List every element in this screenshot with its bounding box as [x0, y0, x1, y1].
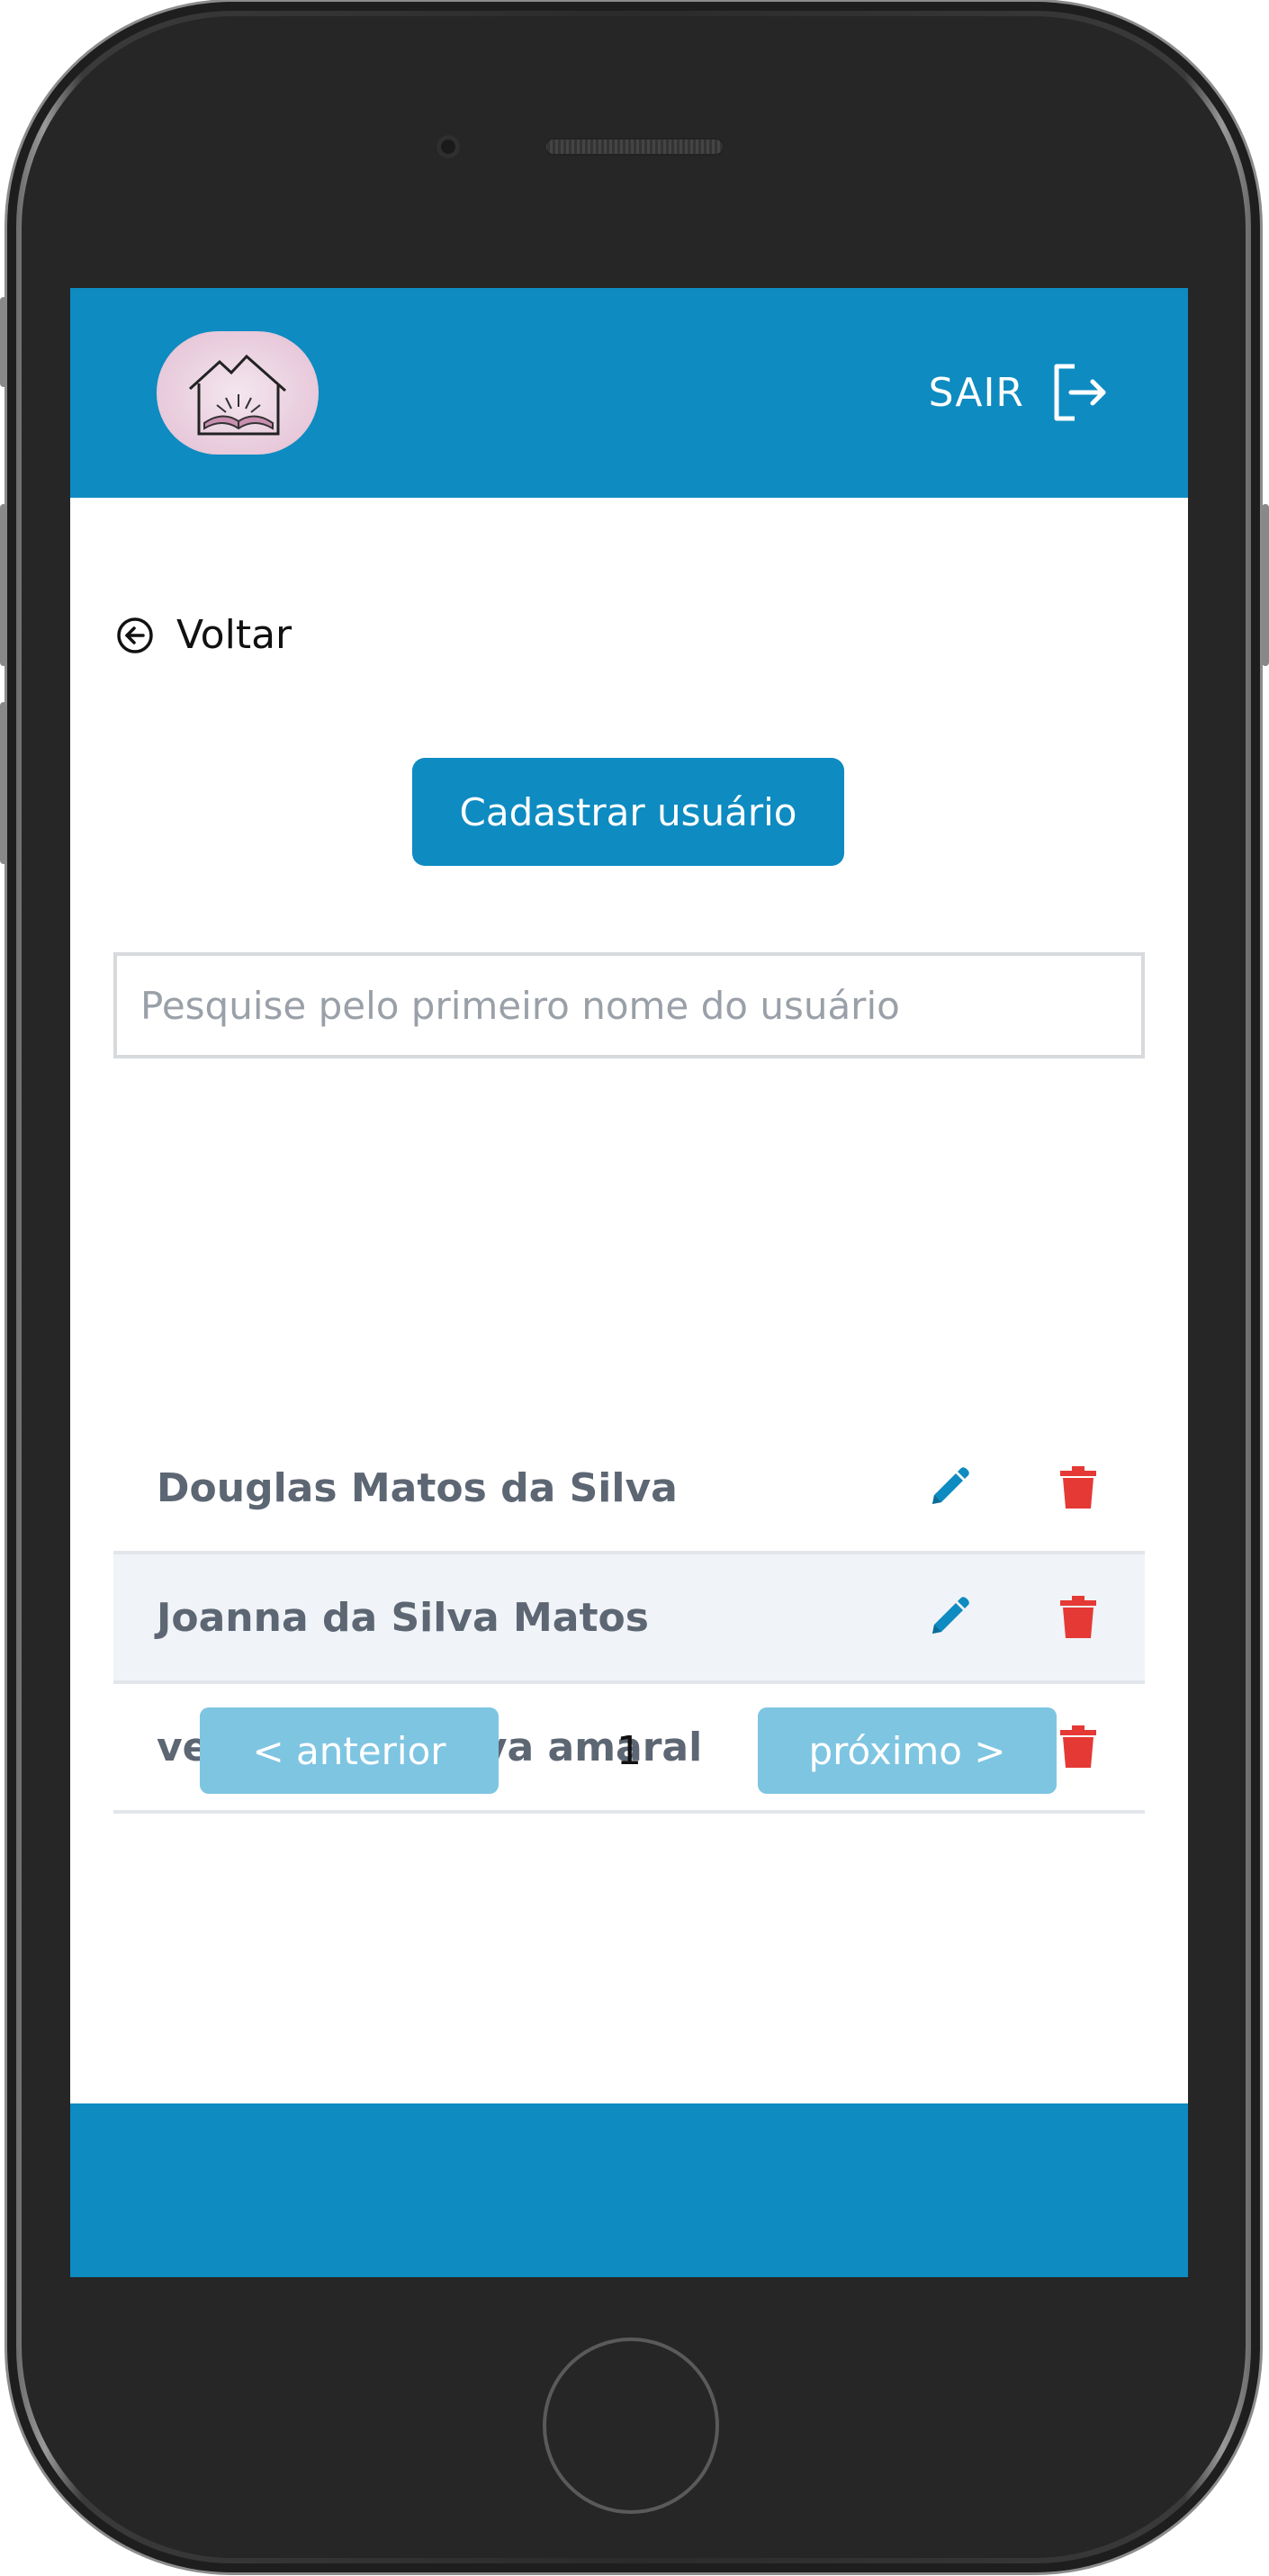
search-input[interactable]: [113, 952, 1145, 1058]
pencil-icon: [932, 1597, 969, 1634]
logout-icon: [1054, 364, 1106, 421]
pagination-previous-button[interactable]: < anterior: [200, 1707, 499, 1794]
arrow-left-circle-icon: [117, 617, 153, 653]
trash-icon: [1060, 1596, 1096, 1638]
pagination-next-button[interactable]: próximo >: [758, 1707, 1057, 1794]
user-name: Joanna da Silva Matos: [157, 1594, 649, 1641]
pencil-icon: [932, 1467, 969, 1504]
back-link[interactable]: Voltar: [115, 612, 292, 658]
delete-user-button[interactable]: [1053, 1592, 1103, 1643]
home-button[interactable]: [543, 2337, 719, 2514]
phone-volume-up: [0, 504, 7, 666]
house-book-logo-icon: [188, 354, 286, 435]
logout-label: SAIR: [928, 369, 1024, 416]
edit-user-button[interactable]: [923, 1592, 974, 1643]
app-screen: SAIR Voltar Cadastrar usuário Douglas Ma…: [70, 288, 1188, 2277]
trash-icon: [1060, 1725, 1096, 1768]
delete-user-button[interactable]: [1053, 1463, 1103, 1513]
table-row: Douglas Matos da Silva: [113, 1425, 1145, 1554]
front-camera: [436, 135, 460, 158]
phone-side-button: [0, 297, 7, 387]
trash-icon: [1060, 1466, 1096, 1509]
app-header: SAIR: [70, 288, 1188, 498]
logout-button[interactable]: SAIR: [929, 360, 1109, 425]
back-label: Voltar: [176, 612, 292, 658]
app-footer: [70, 2103, 1188, 2277]
user-name: Douglas Matos da Silva: [157, 1464, 678, 1511]
phone-volume-down: [0, 702, 7, 864]
house-book-logo[interactable]: [157, 331, 319, 455]
edit-user-button[interactable]: [923, 1463, 974, 1513]
delete-user-button[interactable]: [1053, 1722, 1103, 1772]
pagination-current-page: 1: [616, 1727, 642, 1774]
register-user-button[interactable]: Cadastrar usuário: [412, 758, 844, 866]
earpiece-speaker: [544, 138, 724, 156]
table-row: Joanna da Silva Matos: [113, 1554, 1145, 1684]
phone-power-button: [1262, 504, 1269, 666]
